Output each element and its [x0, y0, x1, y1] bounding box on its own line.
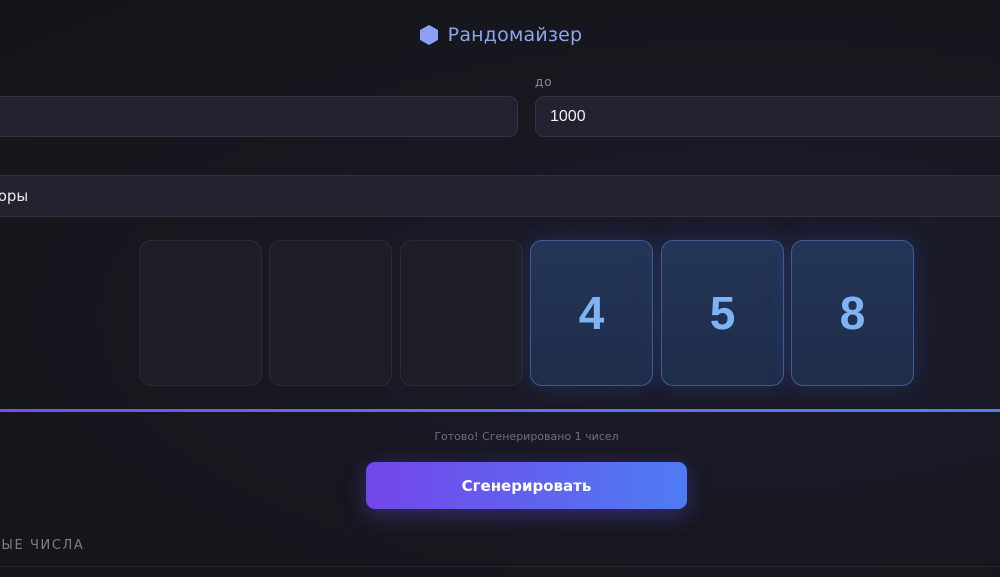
range-from-input[interactable]	[0, 96, 518, 137]
digit-slot-3	[400, 240, 523, 386]
digit-slot-2	[269, 240, 392, 386]
app-header: Рандомайзер	[0, 24, 1000, 46]
mode-select[interactable]: торы	[0, 175, 1000, 217]
range-to-input[interactable]	[535, 96, 1000, 137]
range-to-label: до	[535, 75, 553, 89]
hexagon-icon	[419, 25, 438, 45]
status-text: Готово! Сгенерировано 1 чисел	[434, 430, 619, 443]
progress-bar	[0, 409, 1000, 412]
history-section-label: НЫЕ ЧИСЛА	[0, 538, 85, 553]
digit-slot-6: 8	[791, 240, 914, 386]
section-divider	[0, 566, 1000, 567]
digit-slot-4: 4	[530, 240, 653, 386]
generate-button[interactable]: Сгенерировать	[366, 462, 687, 509]
digit-slot-1	[139, 240, 262, 386]
mode-select-value: торы	[0, 187, 29, 205]
app-title: Рандомайзер	[447, 24, 583, 46]
digit-slot-5: 5	[661, 240, 784, 386]
